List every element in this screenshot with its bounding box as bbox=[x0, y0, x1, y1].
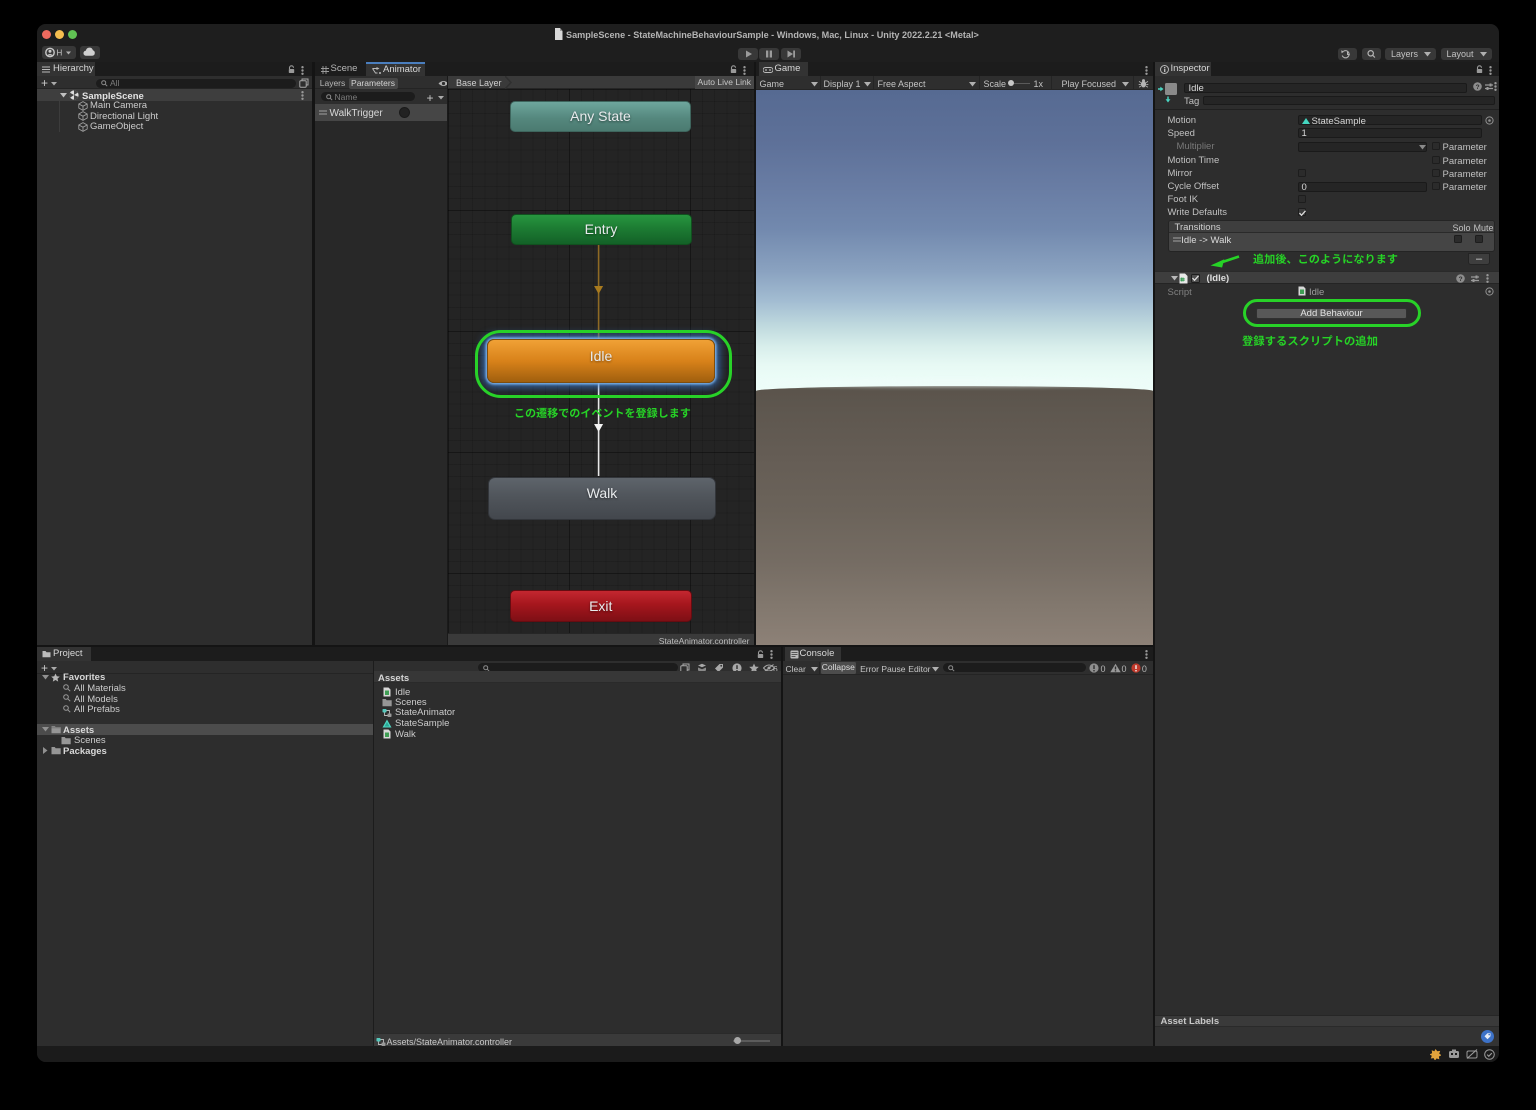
svg-text:?: ? bbox=[1458, 276, 1462, 283]
svg-text:?: ? bbox=[1475, 84, 1479, 91]
svg-text:H: H bbox=[57, 49, 63, 58]
